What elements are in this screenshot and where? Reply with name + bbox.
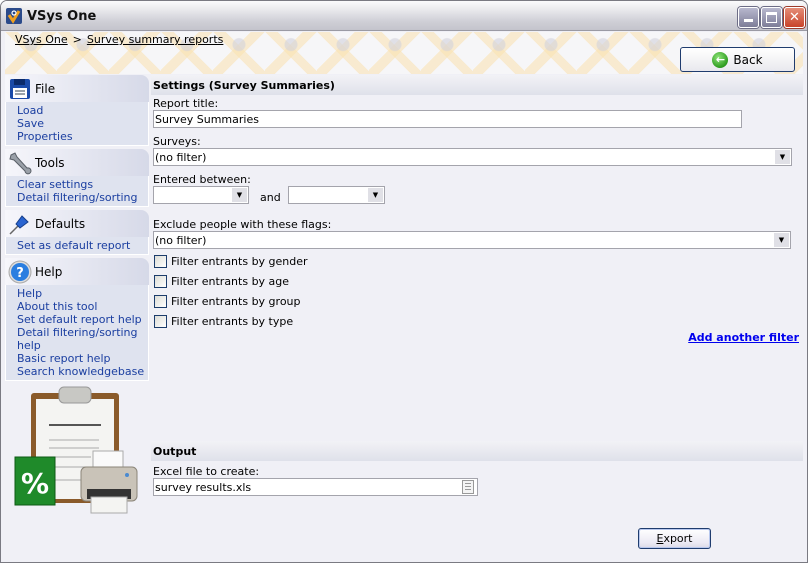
sidebar-group-help: ? Help Help About this tool Set default … <box>5 258 149 381</box>
sidebar-group-defaults: Defaults Set as default report <box>5 210 149 255</box>
checkbox-box[interactable] <box>154 315 167 328</box>
help-icon: ? <box>8 260 32 284</box>
excel-file-input[interactable]: survey results.xls <box>153 478 478 496</box>
maximize-icon <box>766 12 777 23</box>
surveys-select[interactable]: (no filter) ▼ <box>153 148 792 166</box>
output-heading: Output <box>151 441 803 461</box>
exclude-flags-label: Exclude people with these flags: <box>153 218 332 231</box>
title-bar[interactable]: VSys One ✕ <box>1 1 807 31</box>
close-button[interactable]: ✕ <box>784 7 805 28</box>
browse-file-icon[interactable] <box>462 480 474 494</box>
back-arrow-icon: ← <box>712 51 729 68</box>
back-button-label: Back <box>733 52 763 67</box>
and-label: and <box>260 191 281 204</box>
sidebar-item-detail-filtering[interactable]: Detail filtering/sorting <box>17 191 148 204</box>
application-window: VSys One ✕ VSys One > Survey summary repor… <box>0 0 808 563</box>
sidebar-item-help[interactable]: Help <box>17 287 148 300</box>
sidebar-header-help[interactable]: ? Help <box>5 258 149 285</box>
percent-icon: % <box>14 456 56 506</box>
sidebar-header-label: Tools <box>35 155 65 170</box>
sidebar-item-load[interactable]: Load <box>17 104 148 117</box>
sidebar-item-detail-filtering-help[interactable]: Detail filtering/sorting help <box>17 326 148 352</box>
chevron-down-icon[interactable]: ▼ <box>368 188 383 202</box>
breadcrumb-home-link[interactable]: VSys One <box>15 33 68 46</box>
filter-group-checkbox[interactable]: Filter entrants by group <box>154 295 301 308</box>
sidebar-header-tools[interactable]: Tools <box>5 149 149 176</box>
sidebar-item-clear-settings[interactable]: Clear settings <box>17 178 148 191</box>
sidebar-group-file: File Load Save Properties <box>5 75 149 146</box>
date-to-picker[interactable]: ▼ <box>288 186 385 204</box>
exclude-flags-value: (no filter) <box>155 234 207 247</box>
wrench-icon <box>8 151 32 175</box>
minimize-button[interactable] <box>738 7 759 28</box>
breadcrumb-separator: > <box>72 33 82 46</box>
sidebar-items-tools: Clear settings Detail filtering/sorting <box>5 176 149 207</box>
filter-type-checkbox[interactable]: Filter entrants by type <box>154 315 293 328</box>
surveys-label: Surveys: <box>153 135 201 148</box>
sidebar-items-defaults: Set as default report <box>5 237 149 255</box>
settings-heading: Settings (Survey Summaries) <box>151 75 803 95</box>
checkbox-box[interactable] <box>154 295 167 308</box>
chevron-down-icon[interactable]: ▼ <box>232 188 247 202</box>
sidebar-item-properties[interactable]: Properties <box>17 130 148 143</box>
sidebar-items-help: Help About this tool Set default report … <box>5 285 149 381</box>
sidebar-group-tools: Tools Clear settings Detail filtering/so… <box>5 149 149 207</box>
breadcrumb-current-link[interactable]: Survey summary reports <box>87 33 224 46</box>
filter-type-label: Filter entrants by type <box>171 315 294 328</box>
maximize-button[interactable] <box>761 7 782 28</box>
report-title-input[interactable]: Survey Summaries <box>153 110 742 128</box>
surveys-select-value: (no filter) <box>155 151 207 164</box>
sidebar-item-basic-report-help[interactable]: Basic report help <box>17 352 148 365</box>
minimize-icon <box>744 19 753 22</box>
checkbox-box[interactable] <box>154 255 167 268</box>
sidebar-item-about[interactable]: About this tool <box>17 300 148 313</box>
sidebar-header-label: File <box>35 81 56 96</box>
window-title: VSys One <box>27 9 97 24</box>
sidebar-items-file: Load Save Properties <box>5 102 149 146</box>
sidebar-item-default-report-help[interactable]: Set default report help <box>17 313 148 326</box>
svg-text:%: % <box>21 467 49 500</box>
sidebar-header-file[interactable]: File <box>5 75 149 102</box>
back-button[interactable]: ← Back <box>680 47 795 72</box>
main-panel: Settings (Survey Summaries) Report title… <box>151 75 803 561</box>
date-from-picker[interactable]: ▼ <box>153 186 249 204</box>
excel-file-value: survey results.xls <box>155 481 252 494</box>
floppy-disk-icon <box>8 77 32 101</box>
sidebar-item-search-knowledgebase[interactable]: Search knowledgebase <box>17 365 148 378</box>
report-title-label: Report title: <box>153 97 219 110</box>
excel-file-label: Excel file to create: <box>153 465 260 478</box>
filter-group-label: Filter entrants by group <box>171 295 301 308</box>
exclude-flags-select[interactable]: (no filter) ▼ <box>153 231 791 249</box>
sidebar-item-save[interactable]: Save <box>17 117 148 130</box>
filter-gender-checkbox[interactable]: Filter entrants by gender <box>154 255 308 268</box>
sidebar-header-label: Help <box>35 264 63 279</box>
chevron-down-icon[interactable]: ▼ <box>775 150 790 164</box>
export-button[interactable]: Export <box>638 528 711 549</box>
report-illustration: % <box>14 386 138 514</box>
app-logo-icon <box>6 8 22 24</box>
close-icon: ✕ <box>789 10 800 25</box>
entered-between-label: Entered between: <box>153 173 251 186</box>
filter-age-label: Filter entrants by age <box>171 275 290 288</box>
add-another-filter-link[interactable]: Add another filter <box>688 331 799 344</box>
sidebar-header-label: Defaults <box>35 216 86 231</box>
checkbox-box[interactable] <box>154 275 167 288</box>
sidebar-item-set-default[interactable]: Set as default report <box>17 239 148 252</box>
sidebar-header-defaults[interactable]: Defaults <box>5 210 149 237</box>
pushpin-icon <box>8 212 32 236</box>
export-button-label: Export <box>656 532 693 545</box>
filter-gender-label: Filter entrants by gender <box>171 255 308 268</box>
svg-text:?: ? <box>16 266 24 281</box>
filter-age-checkbox[interactable]: Filter entrants by age <box>154 275 289 288</box>
breadcrumb: VSys One > Survey summary reports <box>15 33 223 46</box>
chevron-down-icon[interactable]: ▼ <box>774 233 789 247</box>
